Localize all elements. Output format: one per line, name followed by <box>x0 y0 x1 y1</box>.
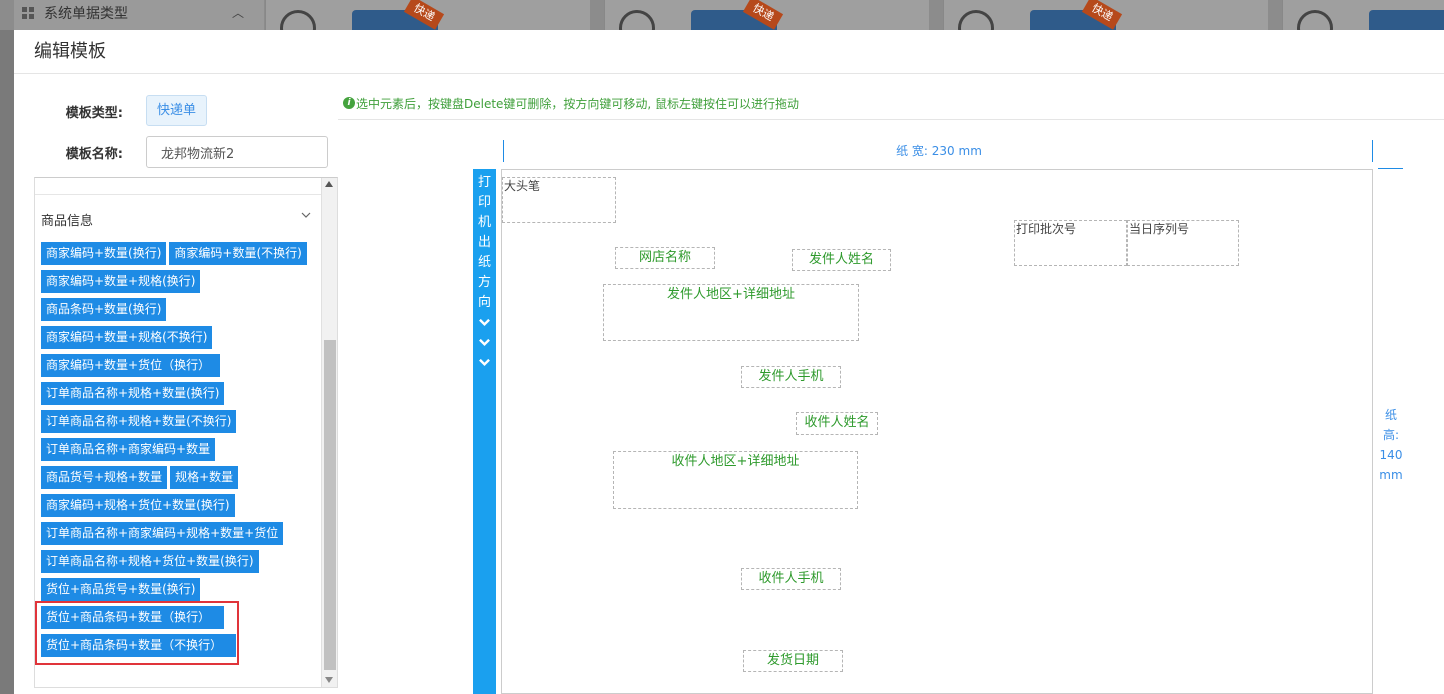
paper-height-line: 纸 <box>1384 408 1397 422</box>
field-chip[interactable]: 商家编码+数量(不换行) <box>169 242 307 265</box>
chip-row: 商品条码+数量(换行) <box>41 298 321 326</box>
field-print-batch[interactable]: 打印批次号 <box>1014 220 1127 266</box>
highlight-annotation-box <box>35 601 239 665</box>
field-sender-phone[interactable]: 发件人手机 <box>741 366 841 388</box>
template-name-input[interactable] <box>146 136 328 168</box>
scroll-up-arrow-icon[interactable] <box>325 181 333 187</box>
editor-tip: i 选中元素后，按键盘Delete键可删除，按方向键可移动, 鼠标左键按住可以进… <box>338 92 1444 120</box>
paper-height-label: 纸 高: 140 mm <box>1378 405 1404 485</box>
field-chip[interactable]: 商品条码+数量(换行) <box>41 298 167 321</box>
field-chip[interactable]: 商家编码+数量(换行) <box>41 242 167 265</box>
direction-char: 向 <box>477 295 491 310</box>
field-chip[interactable]: 订单商品名称+规格+数量(不换行) <box>41 410 237 433</box>
bg-template-card <box>1282 0 1444 30</box>
chevron-down-icon <box>479 318 490 327</box>
chip-row: 商家编码+数量+规格(换行) <box>41 270 321 298</box>
paper-width-label: 纸 宽: 230 mm <box>896 144 982 158</box>
chip-row: 订单商品名称+商家编码+规格+数量+货位 <box>41 522 321 550</box>
template-type-value: 快递单 <box>146 95 208 126</box>
direction-char: 印 <box>477 195 491 210</box>
template-name-label: 模板名称: <box>65 147 123 162</box>
scroll-down-arrow-icon[interactable] <box>325 677 333 683</box>
field-daily-seq[interactable]: 当日序列号 <box>1127 220 1239 266</box>
edit-template-modal: 编辑模板 模板类型: 快递单 模板名称: 商品信息 商家编码+数量(换行)商家编… <box>14 30 1444 694</box>
field-dtb[interactable]: 大头笔 <box>502 177 616 223</box>
bg-card-qr-icon <box>958 10 994 30</box>
chevron-up-icon: ︿ <box>231 6 244 20</box>
field-chip-list: 商家编码+数量(换行) 商家编码+数量(不换行) 商家编码+数量+规格(换行) 商品条… <box>41 242 321 662</box>
field-chip[interactable]: 商家编码+数量+规格(不换行) <box>41 326 213 349</box>
chip-row: 商家编码+数量+规格(不换行) <box>41 326 321 354</box>
chevron-down-icon <box>479 358 490 367</box>
chip-row: 商品货号+规格+数量 规格+数量 <box>41 466 321 494</box>
scrollbar[interactable] <box>321 178 337 687</box>
chip-row: 商家编码+数量(换行) 商家编码+数量(不换行) <box>41 242 321 270</box>
direction-char: 出 <box>477 235 491 250</box>
paper-width-ruler: 纸 宽: 230 mm <box>503 140 1373 162</box>
template-editor: i 选中元素后，按键盘Delete键可删除，按方向键可移动, 鼠标左键按住可以进… <box>338 75 1444 694</box>
paper-height-line: mm <box>1379 468 1403 482</box>
field-chip[interactable]: 商家编码+数量+货位（换行） <box>41 354 221 377</box>
field-receiver-name[interactable]: 收件人姓名 <box>796 412 878 435</box>
left-panel: 模板类型: 快递单 模板名称: 商品信息 商家编码+数量(换行)商家编码+数量(… <box>14 75 338 694</box>
field-chip[interactable]: 订单商品名称+规格+货位+数量(换行) <box>41 550 259 573</box>
bg-template-card: 快递 <box>265 0 590 30</box>
field-chip[interactable]: 商家编码+规格+货位+数量(换行) <box>41 494 235 517</box>
section-title-product-info[interactable]: 商品信息 <box>41 210 93 229</box>
direction-char: 打 <box>477 175 491 190</box>
field-chip[interactable]: 货位+商品货号+数量(换行) <box>41 578 201 601</box>
paper-height-line: 140 <box>1379 448 1403 462</box>
field-chip[interactable]: 订单商品名称+规格+数量(换行) <box>41 382 225 405</box>
chip-row: 商家编码+数量+货位（换行） <box>41 354 321 382</box>
direction-char: 纸 <box>477 255 491 270</box>
chevron-down-icon[interactable] <box>301 210 311 220</box>
chip-row: 订单商品名称+规格+数量(不换行) <box>41 410 321 438</box>
bg-template-card: 快递 <box>604 0 929 30</box>
field-list-panel: 商品信息 商家编码+数量(换行) 商家编码+数量(不换行) 商家编码+数量+规格(换… <box>34 177 338 688</box>
chip-row: 商家编码+规格+货位+数量(换行) <box>41 494 321 522</box>
chevron-down-icon <box>479 338 490 347</box>
field-shop-name[interactable]: 网店名称 <box>615 247 715 269</box>
field-chip[interactable]: 商家编码+数量+规格(换行) <box>41 270 201 293</box>
bg-template-card: 快递 <box>943 0 1268 30</box>
direction-char: 方 <box>477 275 491 290</box>
list-divider <box>35 194 321 195</box>
scroll-thumb[interactable] <box>324 340 336 670</box>
grid-icon <box>22 7 34 19</box>
field-ship-date[interactable]: 发货日期 <box>743 650 843 672</box>
field-sender-name[interactable]: 发件人姓名 <box>792 249 891 271</box>
bg-nav-label: 系统单据类型 <box>44 6 128 22</box>
field-sender-address[interactable]: 发件人地区+详细地址 <box>603 284 859 341</box>
template-type-label: 模板类型: <box>65 106 123 121</box>
editor-tip-text: 选中元素后，按键盘Delete键可删除，按方向键可移动, 鼠标左键按住可以进行拖… <box>356 97 800 111</box>
bg-card-thumb <box>1369 10 1444 30</box>
field-chip[interactable]: 订单商品名称+商家编码+数量 <box>41 438 216 461</box>
bg-card-qr-icon <box>1297 10 1333 30</box>
field-chip[interactable]: 订单商品名称+商家编码+规格+数量+货位 <box>41 522 284 545</box>
direction-char: 机 <box>477 215 491 230</box>
chip-row: 订单商品名称+规格+数量(换行) <box>41 382 321 410</box>
field-chip[interactable]: 商品货号+规格+数量 <box>41 466 168 489</box>
field-receiver-phone[interactable]: 收件人手机 <box>741 568 841 590</box>
print-direction-bar: 打 印 机 出 纸 方 向 <box>473 169 496 694</box>
background-page: 系统单据类型 ︿ 快递 快递 快递 <box>0 0 1444 30</box>
modal-title: 编辑模板 <box>14 30 1444 74</box>
paper-canvas[interactable]: 大头笔 打印批次号 当日序列号 网店名称 发件人姓名 发件人地区+详细地址 发件… <box>501 169 1373 694</box>
field-chip[interactable]: 规格+数量 <box>170 466 239 489</box>
bg-nav-item: 系统单据类型 ︿ <box>14 0 264 30</box>
paper-height-line: 高: <box>1382 428 1400 442</box>
bg-card-qr-icon <box>280 10 316 30</box>
chip-row: 订单商品名称+规格+货位+数量(换行) <box>41 550 321 578</box>
chip-row: 订单商品名称+商家编码+数量 <box>41 438 321 466</box>
paper-height-ruler <box>1378 168 1403 169</box>
info-icon: i <box>343 97 355 109</box>
bg-card-qr-icon <box>619 10 655 30</box>
field-receiver-address[interactable]: 收件人地区+详细地址 <box>613 451 858 509</box>
